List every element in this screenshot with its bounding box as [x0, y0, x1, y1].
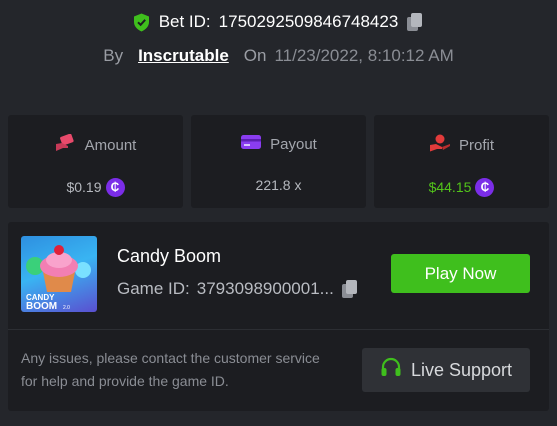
help-text: Any issues, please contact the customer … — [21, 350, 320, 389]
copy-icon[interactable] — [406, 12, 424, 32]
bet-id-value: 1750292509846748423 — [218, 12, 399, 31]
bet-id-label: Bet ID: — [158, 12, 211, 31]
game-card: CANDY BOOM 2.0 Candy Boom Game ID: 37930… — [8, 222, 549, 411]
live-support-label: Live Support — [410, 359, 513, 380]
on-label: On — [243, 46, 267, 65]
card-icon — [240, 134, 262, 154]
live-support-button[interactable]: Live Support — [362, 348, 530, 392]
profit-stat: Profit $44.15 ₵ — [374, 115, 549, 208]
profit-hand-icon — [429, 134, 451, 156]
amount-stat: Amount $0.19 ₵ — [8, 115, 183, 208]
game-thumbnail[interactable]: CANDY BOOM 2.0 — [21, 236, 97, 312]
game-name: Candy Boom — [117, 246, 222, 266]
stats-row: Amount $0.19 ₵ Payout 221.8 x Profit $44… — [8, 115, 549, 208]
wallet-hand-icon — [55, 133, 77, 156]
user-link[interactable]: Inscrutable — [138, 46, 229, 66]
bet-datetime: 11/23/2022, 8:10:12 AM — [274, 46, 454, 65]
amount-label: Amount — [84, 136, 137, 154]
bet-id-row: Bet ID: 1750292509846748423 — [0, 12, 557, 32]
payout-value: 221.8 x — [255, 177, 302, 193]
thumb-tag: 2.0 — [63, 305, 70, 311]
payout-stat: Payout 221.8 x — [191, 115, 366, 208]
game-id-row: Game ID: 3793098900001... — [117, 279, 359, 299]
coin-icon: ₵ — [475, 177, 495, 197]
by-label: By — [103, 46, 124, 65]
coin-icon: ₵ — [105, 177, 125, 197]
bet-author-row: By Inscrutable On 11/23/2022, 8:10:12 AM — [0, 46, 557, 66]
thumb-title-line2: BOOM — [26, 301, 57, 312]
profit-value: $44.15 — [428, 179, 472, 195]
copy-icon[interactable] — [341, 279, 359, 299]
divider — [8, 329, 549, 330]
shield-check-icon — [133, 12, 151, 32]
game-id-value: 3793098900001... — [196, 279, 334, 298]
profit-label: Profit — [458, 136, 494, 154]
amount-value: $0.19 — [66, 179, 102, 195]
headset-icon — [380, 357, 402, 384]
bet-header: Bet ID: 1750292509846748423 By Inscrutab… — [0, 0, 557, 92]
game-id-label: Game ID: — [117, 279, 190, 298]
payout-label: Payout — [270, 135, 317, 153]
play-now-button[interactable]: Play Now — [391, 254, 530, 293]
